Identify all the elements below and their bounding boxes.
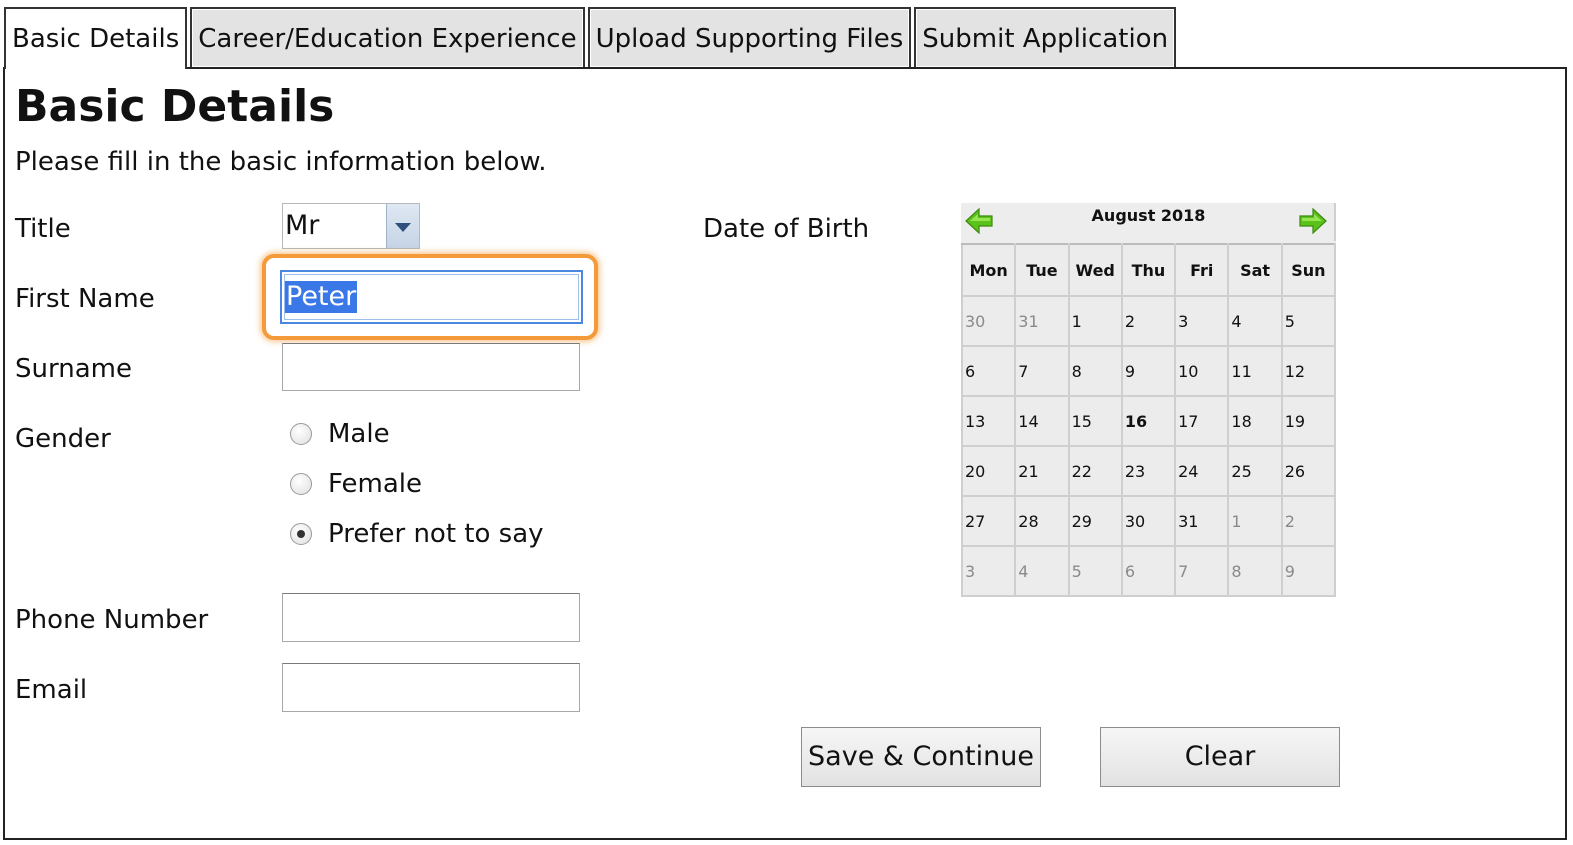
calendar-day-cell[interactable]: 7	[1014, 345, 1070, 397]
save-continue-button[interactable]: Save & Continue	[801, 727, 1041, 787]
instructions-text: Please fill in the basic information bel…	[15, 147, 547, 177]
date-of-birth-calendar: August 2018 Mon Tue Wed Thu Fri Sat Sun 30 31 1 2…	[960, 203, 1337, 597]
calendar-day-cell[interactable]: 16	[1120, 395, 1177, 447]
arrow-left-icon[interactable]	[964, 206, 994, 236]
calendar-day-cell[interactable]: 3	[1174, 295, 1230, 347]
calendar-day-cell[interactable]: 31	[1174, 495, 1230, 547]
calendar-day-cell[interactable]: 25	[1227, 445, 1283, 497]
chevron-down-icon[interactable]	[386, 204, 419, 248]
calendar-day-cell[interactable]: 1	[1067, 295, 1123, 347]
calendar-week-row: 30 31 1 2 3 4 5	[960, 295, 1337, 347]
radio-label-female: Female	[328, 469, 423, 499]
radio-female[interactable]	[290, 473, 312, 495]
calendar-week-row: 27 28 29 30 31 1 2	[960, 495, 1337, 547]
title-label: Title	[15, 214, 71, 244]
surname-field[interactable]	[282, 343, 580, 391]
weekday-header: Sun	[1280, 243, 1337, 297]
weekday-header: Thu	[1120, 243, 1177, 297]
weekday-header: Wed	[1067, 243, 1123, 297]
tab-bar: Basic Details Career/Education Experienc…	[4, 7, 1179, 69]
calendar-day-cell[interactable]: 5	[1067, 545, 1123, 597]
dob-label: Date of Birth	[703, 214, 870, 244]
calendar-grid: Mon Tue Wed Thu Fri Sat Sun 30 31 1 2 3 4 5 6 7 8 9 10 11 1…	[960, 243, 1337, 597]
calendar-day-cell[interactable]: 4	[1014, 545, 1070, 597]
calendar-header: August 2018	[961, 203, 1336, 241]
gender-label: Gender	[15, 424, 111, 454]
calendar-month-title: August 2018	[1091, 206, 1206, 225]
weekday-header: Sat	[1227, 243, 1283, 297]
calendar-day-cell[interactable]: 26	[1280, 445, 1337, 497]
calendar-day-cell[interactable]: 22	[1067, 445, 1123, 497]
calendar-day-cell[interactable]: 27	[960, 495, 1017, 547]
calendar-day-cell[interactable]: 17	[1174, 395, 1230, 447]
email-field[interactable]	[282, 663, 580, 712]
surname-label: Surname	[15, 354, 132, 384]
calendar-day-cell[interactable]: 18	[1227, 395, 1283, 447]
calendar-days: 30 31 1 2 3 4 5 6 7 8 9 10 11 12 13 14 15 16 17 18 19 20 21 22 2…	[960, 295, 1337, 597]
calendar-day-cell[interactable]: 11	[1227, 345, 1283, 397]
calendar-day-cell[interactable]: 30	[960, 295, 1017, 347]
tab-submit-application[interactable]: Submit Application	[914, 7, 1177, 67]
first-name-value: Peter	[285, 281, 358, 313]
gender-option-prefer-not[interactable]: Prefer not to say	[290, 517, 544, 551]
title-select-value: Mr	[285, 210, 320, 241]
calendar-day-cell[interactable]: 13	[960, 395, 1017, 447]
calendar-day-cell[interactable]: 1	[1227, 495, 1283, 547]
calendar-day-cell[interactable]: 14	[1014, 395, 1070, 447]
arrow-right-icon[interactable]	[1298, 206, 1328, 236]
calendar-day-cell[interactable]: 8	[1067, 345, 1123, 397]
clear-button[interactable]: Clear	[1100, 727, 1340, 787]
weekday-header: Fri	[1174, 243, 1230, 297]
calendar-week-row: 3456789	[960, 545, 1337, 597]
radio-label-male: Male	[328, 419, 390, 449]
calendar-day-cell[interactable]: 12	[1280, 345, 1337, 397]
calendar-day-cell[interactable]: 9	[1280, 545, 1337, 597]
calendar-day-cell[interactable]: 2	[1120, 295, 1177, 347]
calendar-day-cell[interactable]: 6	[1120, 545, 1177, 597]
phone-label: Phone Number	[15, 605, 209, 635]
calendar-day-cell[interactable]: 8	[1227, 545, 1283, 597]
calendar-day-cell[interactable]: 10	[1174, 345, 1230, 397]
radio-label-prefer-not: Prefer not to say	[328, 519, 544, 549]
phone-field[interactable]	[282, 593, 580, 642]
calendar-day-cell[interactable]: 7	[1174, 545, 1230, 597]
calendar-day-cell[interactable]: 23	[1120, 445, 1177, 497]
calendar-day-cell[interactable]: 5	[1280, 295, 1337, 347]
calendar-day-cell[interactable]: 30	[1120, 495, 1177, 547]
calendar-week-row: 13 14 15 16 17 18 19	[960, 395, 1337, 447]
calendar-day-cell[interactable]: 28	[1014, 495, 1070, 547]
tab-upload-files[interactable]: Upload Supporting Files	[587, 7, 912, 67]
calendar-day-cell[interactable]: 21	[1014, 445, 1070, 497]
calendar-day-cell[interactable]: 9	[1120, 345, 1177, 397]
calendar-day-cell[interactable]: 24	[1174, 445, 1230, 497]
first-name-label: First Name	[15, 284, 155, 314]
calendar-week-row: 20 21 22 23 24 25 26	[960, 445, 1337, 497]
first-name-field[interactable]: Peter	[280, 270, 583, 324]
email-label: Email	[15, 675, 88, 705]
calendar-day-cell[interactable]: 4	[1227, 295, 1283, 347]
tab-career-education[interactable]: Career/Education Experience	[190, 7, 585, 67]
calendar-week-row: 6 7 8 9 10 11 12	[960, 345, 1337, 397]
calendar-day-cell[interactable]: 15	[1067, 395, 1123, 447]
calendar-day-cell[interactable]: 31	[1014, 295, 1070, 347]
radio-prefer-not-to-say[interactable]	[290, 523, 312, 545]
gender-option-male[interactable]: Male	[290, 417, 390, 451]
calendar-day-cell[interactable]: 20	[960, 445, 1017, 497]
calendar-day-cell[interactable]: 6	[960, 345, 1017, 397]
weekday-header: Mon	[960, 243, 1017, 297]
radio-male[interactable]	[290, 423, 312, 445]
calendar-day-cell[interactable]: 2	[1280, 495, 1337, 547]
calendar-day-cell[interactable]: 29	[1067, 495, 1123, 547]
gender-option-female[interactable]: Female	[290, 467, 422, 501]
weekday-header: Tue	[1014, 243, 1070, 297]
title-select[interactable]: Mr	[282, 203, 420, 249]
calendar-day-cell[interactable]: 3	[960, 545, 1017, 597]
calendar-weekday-row: Mon Tue Wed Thu Fri Sat Sun	[960, 243, 1337, 297]
calendar-day-cell[interactable]: 19	[1280, 395, 1337, 447]
page-title: Basic Details	[15, 81, 335, 132]
tab-basic-details[interactable]: Basic Details	[4, 7, 188, 69]
